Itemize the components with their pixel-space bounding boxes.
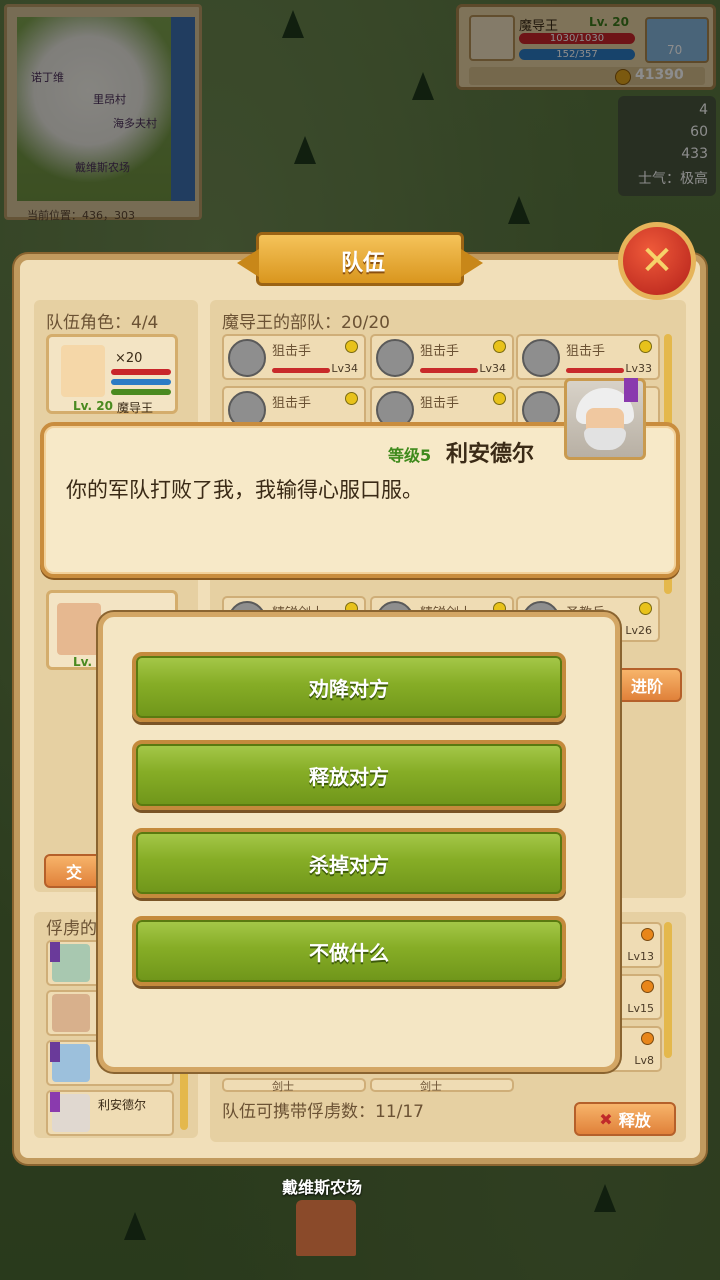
bookmark-flag-icon: [624, 378, 638, 402]
prisoner-unit-card[interactable]: 剑士: [370, 1078, 514, 1093]
unit-name: 狙击手: [566, 344, 606, 359]
unit-card[interactable]: 狙击手 Lv33: [516, 334, 660, 380]
unit-level: Lv26: [625, 624, 652, 637]
release-label: 释放: [618, 1111, 651, 1130]
sad-face-icon: [641, 928, 654, 941]
unit-level: Lv15: [627, 1002, 654, 1015]
persuade-label: 劝降对方: [309, 676, 389, 701]
prisoner-label: 俘虏的: [46, 919, 97, 939]
close-button[interactable]: ✕: [618, 222, 696, 300]
unit-name: 狙击手: [420, 344, 460, 359]
army-label: 魔导王的部队：20/20: [222, 313, 390, 333]
unit-hp-bar: [566, 368, 624, 373]
prisoner-flag-icon: [50, 942, 60, 962]
hero-portrait: [57, 603, 101, 655]
do-nothing-label: 不做什么: [309, 940, 389, 965]
advance-button[interactable]: 进阶: [612, 668, 682, 702]
happy-face-icon: [493, 392, 506, 405]
window-title-ribbon: 队伍: [237, 232, 483, 286]
happy-face-icon: [493, 340, 506, 353]
prisoner-slot[interactable]: 利安德尔: [46, 1090, 174, 1136]
chat-label: 交: [65, 863, 82, 882]
x-icon: ✖: [599, 1109, 613, 1129]
team-roles-label: 队伍角色：4/4: [46, 313, 159, 333]
hero-level: Lv. 20: [73, 399, 113, 413]
hero-troop-count: ×20: [115, 351, 143, 366]
happy-face-icon: [345, 340, 358, 353]
unit-name: 狙击手: [272, 344, 312, 359]
unit-name: 剑士: [420, 1080, 442, 1093]
village-label: 戴维斯农场: [282, 1178, 363, 1197]
village-icon[interactable]: [296, 1200, 356, 1256]
prisoner-list-scrollbar[interactable]: [664, 922, 672, 1058]
unit-level: Lv8: [634, 1054, 654, 1067]
unit-name: 狙击手: [272, 396, 312, 411]
prisoner-unit-card[interactable]: 剑士: [222, 1078, 366, 1093]
unit-card[interactable]: 狙击手 Lv34: [222, 334, 366, 380]
do-nothing-button[interactable]: 不做什么: [132, 916, 566, 986]
close-icon: ✕: [640, 238, 674, 284]
window-title: 队伍: [340, 251, 385, 276]
unit-hp-bar: [420, 368, 478, 373]
sad-face-icon: [641, 1032, 654, 1045]
hero-hp-bar: [111, 369, 171, 375]
unit-card[interactable]: 狙击手 Lv34: [370, 334, 514, 380]
release-captive-label: 释放对方: [309, 764, 389, 789]
advance-label: 进阶: [630, 677, 663, 696]
kill-button[interactable]: 杀掉对方: [132, 828, 566, 898]
carry-capacity: 队伍可携带俘虏数：11/17: [222, 1102, 424, 1122]
unit-level: Lv34: [331, 362, 358, 375]
unit-hp-bar: [272, 368, 330, 373]
prisoner-name: 利安德尔: [98, 1098, 147, 1112]
speaker-level: 等级5: [388, 446, 432, 465]
unit-level: Lv34: [479, 362, 506, 375]
kill-label: 杀掉对方: [309, 852, 389, 877]
prisoner-portrait: [52, 994, 90, 1032]
sad-face-icon: [641, 980, 654, 993]
speaker-name: 利安德尔: [446, 442, 535, 467]
chat-button[interactable]: 交: [44, 854, 104, 888]
soldier-helmet-icon: [228, 339, 266, 377]
prisoner-flag-icon: [50, 1092, 60, 1112]
soldier-helmet-icon: [522, 339, 560, 377]
dialog-text: 你的军队打败了我，我输得心服口服。: [66, 478, 423, 502]
hero-mp-bar: [111, 379, 171, 385]
release-captive-button[interactable]: 释放对方: [132, 740, 566, 810]
hero-portrait: [61, 345, 105, 397]
happy-face-icon: [639, 602, 652, 615]
soldier-helmet-icon: [376, 339, 414, 377]
hero-xp-bar: [111, 389, 171, 395]
release-button[interactable]: ✖ 释放: [574, 1102, 676, 1136]
unit-name: 剑士: [272, 1080, 294, 1093]
hero-level: Lv.: [73, 655, 93, 669]
prisoner-flag-icon: [50, 1042, 60, 1062]
hero-card[interactable]: ×20 Lv. 20 魔导王: [46, 334, 178, 415]
hero-name: 魔导王: [117, 401, 154, 415]
happy-face-icon: [345, 392, 358, 405]
persuade-button[interactable]: 劝降对方: [132, 652, 566, 722]
unit-level: Lv33: [625, 362, 652, 375]
unit-name: 狙击手: [420, 396, 460, 411]
happy-face-icon: [639, 340, 652, 353]
unit-level: Lv13: [627, 950, 654, 963]
